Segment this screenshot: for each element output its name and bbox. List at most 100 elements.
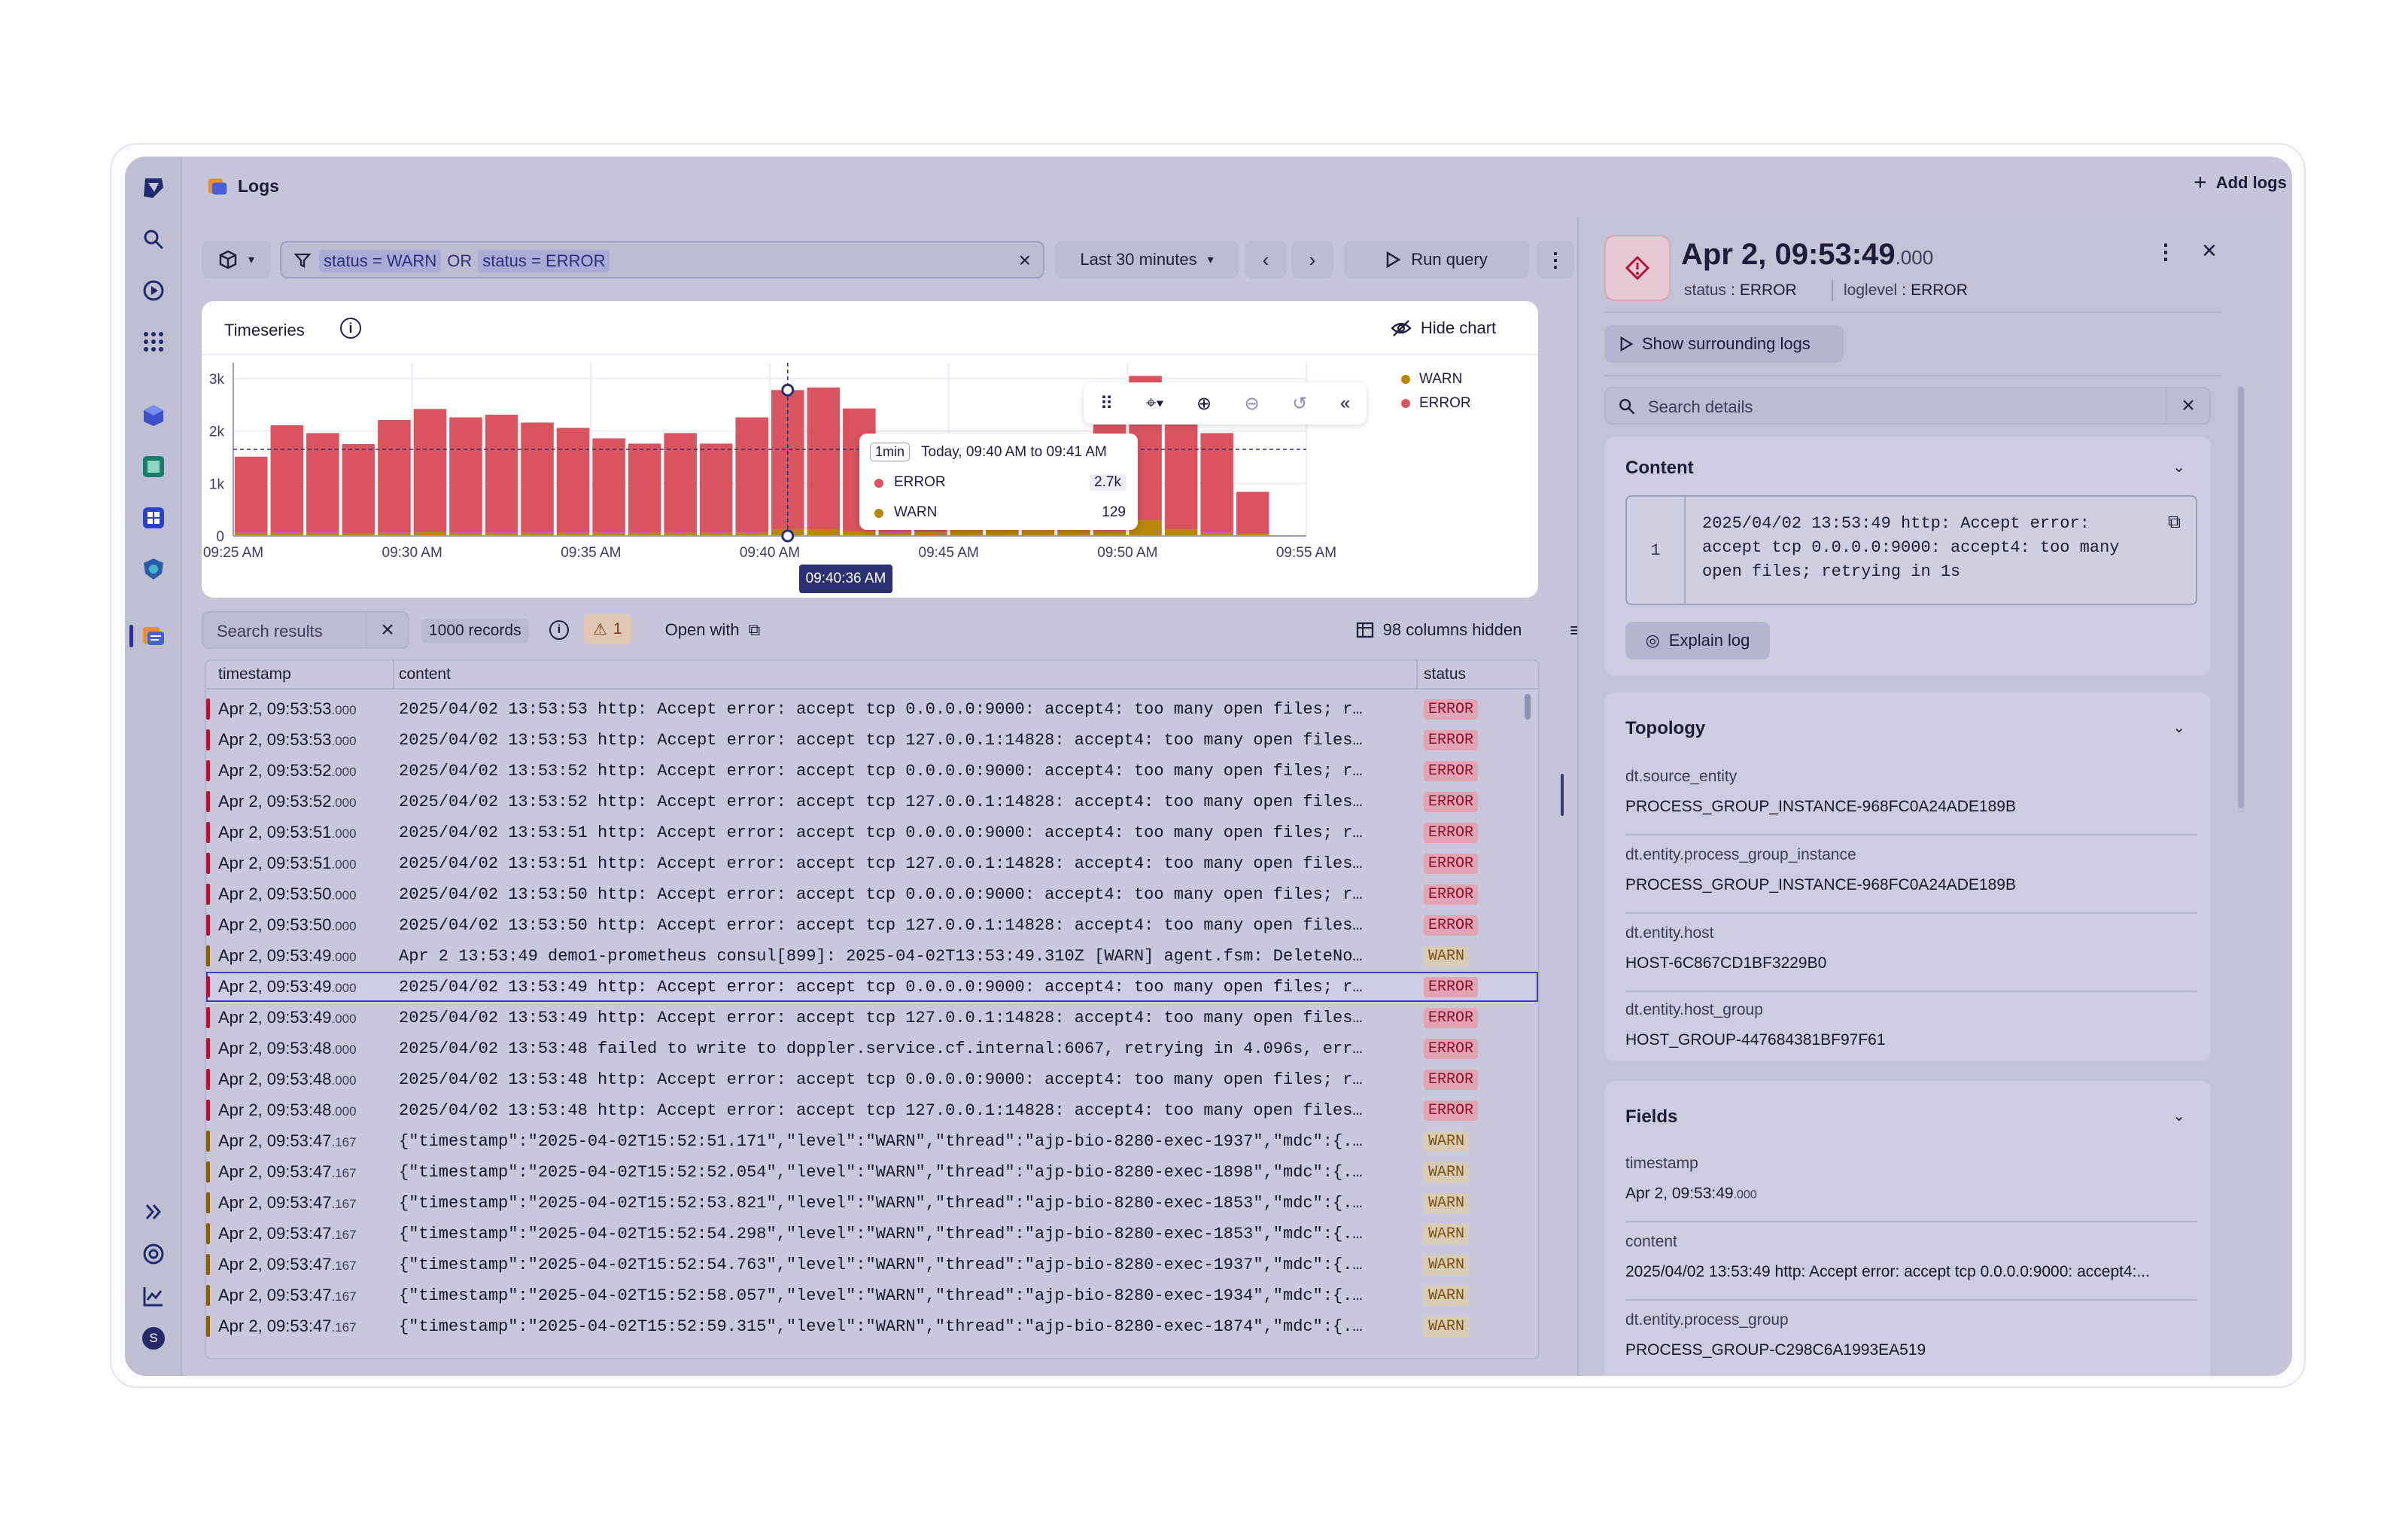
play-circle-icon[interactable] [140, 277, 167, 304]
x-tick-label: 09:25 AM [203, 545, 263, 561]
query-filter-field[interactable]: status = WARN OR status = ERROR × [280, 241, 1044, 279]
severity-bar [206, 1316, 210, 1337]
table-row[interactable]: Apr 2, 09:53:52.000 2025/04/02 13:53:52 h… [206, 787, 1538, 817]
info-icon[interactable]: i [340, 318, 361, 339]
logs-app-icon[interactable] [140, 622, 167, 649]
table-row[interactable]: Apr 2, 09:53:47.167 {"timestamp":"2025-04… [206, 1280, 1538, 1310]
zoom-out-icon[interactable]: ⊖ [1245, 393, 1260, 415]
field-value[interactable]: 2025/04/02 13:53:49 http: Accept error: … [1625, 1263, 2197, 1281]
clear-search-icon[interactable]: × [366, 613, 408, 647]
user-avatar[interactable]: S [140, 1325, 167, 1352]
table-row[interactable]: Apr 2, 09:53:47.167 {"timestamp":"2025-04… [206, 1219, 1538, 1249]
open-with-button[interactable]: Open with ⧉ [649, 613, 777, 647]
x-tick-label: 09:35 AM [561, 545, 621, 561]
search-icon[interactable] [140, 226, 167, 253]
table-row[interactable]: Apr 2, 09:53:48.000 2025/04/02 13:53:48 h… [206, 1095, 1538, 1125]
table-row[interactable]: Apr 2, 09:53:47.167 {"timestamp":"2025-04… [206, 1126, 1538, 1156]
dynatrace-logo-icon[interactable] [140, 175, 167, 202]
chevron-down-icon[interactable]: ⌄ [2172, 458, 2185, 476]
column-header-status[interactable]: status [1424, 665, 1466, 683]
table-scrollbar[interactable] [1525, 694, 1531, 720]
expand-nav-icon[interactable] [140, 1198, 167, 1225]
table-row[interactable]: Apr 2, 09:53:51.000 2025/04/02 13:53:51 h… [206, 817, 1538, 848]
table-row[interactable]: Apr 2, 09:53:50.000 2025/04/02 13:53:50 h… [206, 910, 1538, 940]
clear-query-icon[interactable]: × [1019, 248, 1031, 272]
table-row[interactable]: Apr 2, 09:53:49.000 Apr 2 13:53:49 demo1-… [206, 941, 1538, 971]
hidden-columns-button[interactable]: 98 columns hidden [1338, 613, 1540, 647]
legend-item-warn[interactable]: WARN [1401, 367, 1471, 391]
topology-value[interactable]: PROCESS_GROUP_INSTANCE-968FC0A24ADE189B [1625, 798, 2016, 816]
close-detail-icon[interactable]: × [2202, 236, 2217, 266]
explain-log-button[interactable]: ◎ Explain log [1625, 622, 1770, 659]
table-row[interactable]: Apr 2, 09:53:49.000 2025/04/02 13:53:49 h… [206, 972, 1538, 1002]
chevron-down-icon[interactable]: ⌄ [2172, 1106, 2185, 1125]
timeframe-forward-button[interactable]: › [1291, 241, 1333, 279]
cube-app-icon[interactable] [140, 402, 167, 429]
column-header-content[interactable]: content [399, 665, 451, 683]
dashboard-app-icon[interactable] [140, 504, 167, 531]
topology-value[interactable]: HOST-6C867CD1BF3229B0 [1625, 954, 1826, 973]
data-source-picker[interactable]: ▾ [202, 241, 271, 279]
search-details-input[interactable]: Search details × [1604, 387, 2211, 425]
records-info-icon[interactable]: i [549, 620, 569, 640]
table-row[interactable]: Apr 2, 09:53:50.000 2025/04/02 13:53:50 h… [206, 879, 1538, 909]
chevron-down-icon[interactable]: ⌄ [2172, 718, 2185, 737]
select-area-icon[interactable]: ⌖▾ [1146, 393, 1164, 414]
column-divider[interactable] [393, 661, 394, 689]
table-row[interactable]: Apr 2, 09:53:52.000 2025/04/02 13:53:52 h… [206, 756, 1538, 786]
table-row[interactable]: Apr 2, 09:53:51.000 2025/04/02 13:53:51 h… [206, 848, 1538, 878]
hide-chart-button[interactable]: Hide chart [1368, 312, 1519, 345]
cell-content: 2025/04/02 13:53:50 http: Accept error: … [399, 884, 1367, 904]
monitoring-icon[interactable] [140, 1283, 167, 1310]
field-key: timestamp [1625, 1155, 1698, 1172]
run-query-button[interactable]: Run query [1344, 241, 1529, 279]
timeframe-selector[interactable]: Last 30 minutes ▾ [1055, 241, 1239, 279]
tooltip-error-label: ERROR [894, 474, 946, 490]
topology-key: dt.source_entity [1625, 768, 1738, 785]
status-badge: ERROR [1424, 729, 1479, 750]
collapse-toolbar-icon[interactable]: « [1340, 393, 1350, 414]
field-value[interactable]: PROCESS_GROUP-C298C6A1993EA519 [1625, 1341, 1926, 1359]
table-row[interactable]: Apr 2, 09:53:47.167 {"timestamp":"2025-04… [206, 1157, 1538, 1187]
help-center-icon[interactable] [140, 1240, 167, 1268]
copy-icon[interactable]: ⧉ [2168, 512, 2181, 533]
cell-content: 2025/04/02 13:53:53 http: Accept error: … [399, 730, 1367, 750]
add-logs-label: Add logs [2215, 173, 2287, 192]
table-row[interactable]: Apr 2, 09:53:49.000 2025/04/02 13:53:49 h… [206, 1003, 1538, 1033]
legend-item-error[interactable]: ERROR [1401, 391, 1471, 415]
tooltip-warn-value: 129 [1102, 504, 1126, 520]
table-row[interactable]: Apr 2, 09:53:48.000 2025/04/02 13:53:48 f… [206, 1033, 1538, 1064]
severity-bar [206, 1069, 210, 1090]
zoom-in-icon[interactable]: ⊕ [1196, 393, 1212, 415]
table-row[interactable]: Apr 2, 09:53:48.000 2025/04/02 13:53:48 h… [206, 1064, 1538, 1094]
reset-zoom-icon[interactable]: ↺ [1292, 393, 1307, 415]
show-surrounding-logs-button[interactable]: Show surrounding logs [1604, 325, 1844, 363]
detail-more-menu-icon[interactable]: ⋮ [2155, 239, 2176, 264]
field-value[interactable]: Apr 2, 09:53:49.000 [1625, 1185, 1757, 1203]
cell-content: 2025/04/02 13:53:48 failed to write to d… [399, 1039, 1367, 1058]
search-results-input[interactable]: Search results × [202, 611, 409, 649]
table-row[interactable]: Apr 2, 09:53:47.167 {"timestamp":"2025-04… [206, 1188, 1538, 1218]
table-row[interactable]: Apr 2, 09:53:47.167 {"timestamp":"2025-04… [206, 1249, 1538, 1280]
table-row[interactable]: Apr 2, 09:53:47.167 {"timestamp":"2025-04… [206, 1311, 1538, 1341]
chart-tooltip: 1min Today, 09:40 AM to 09:41 AM ERROR 2… [859, 434, 1138, 530]
topology-value[interactable]: HOST_GROUP-447684381BF97F61 [1625, 1031, 1886, 1049]
panel-resize-handle[interactable] [1561, 774, 1564, 816]
apps-grid-icon[interactable] [140, 328, 167, 355]
table-row[interactable]: Apr 2, 09:53:53.000 2025/04/02 13:53:53 h… [206, 725, 1538, 755]
topology-value[interactable]: PROCESS_GROUP_INSTANCE-968FC0A24ADE189B [1625, 876, 2016, 894]
shield-app-icon[interactable] [140, 555, 167, 583]
query-more-menu-icon[interactable]: ⋮ [1537, 241, 1574, 279]
table-row[interactable]: Apr 2, 09:53:53.000 2025/04/02 13:53:53 h… [206, 694, 1538, 724]
add-logs-button[interactable]: + Add logs [2184, 166, 2292, 200]
clear-details-search-icon[interactable]: × [2166, 388, 2209, 423]
cell-timestamp: Apr 2, 09:53:47.167 [218, 1224, 357, 1243]
column-header-timestamp[interactable]: timestamp [218, 665, 291, 683]
spreadsheet-app-icon[interactable] [140, 453, 167, 480]
drag-handle-icon[interactable]: ⠿ [1100, 393, 1114, 415]
detail-scrollbar[interactable] [2238, 387, 2244, 808]
column-divider[interactable] [1416, 661, 1418, 689]
show-surrounding-label: Show surrounding logs [1642, 334, 1811, 353]
warnings-badge[interactable]: ⚠ 1 [584, 614, 631, 644]
timeframe-back-button[interactable]: ‹ [1245, 241, 1287, 279]
